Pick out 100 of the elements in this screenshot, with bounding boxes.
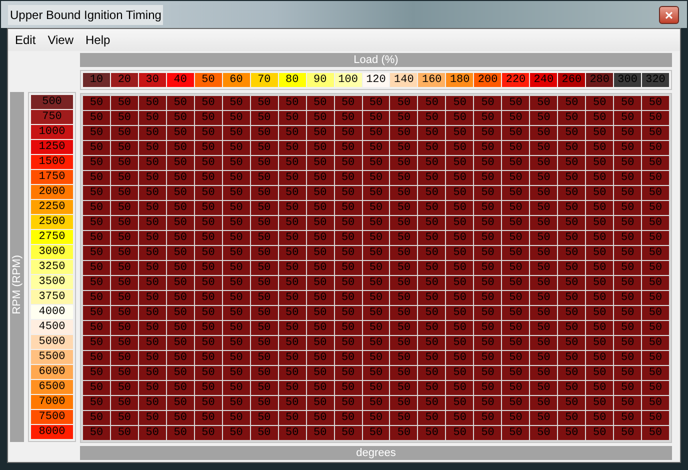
table-cell[interactable]: 50 — [278, 246, 306, 260]
table-cell[interactable]: 50 — [83, 336, 110, 350]
table-cell[interactable]: 50 — [250, 216, 278, 230]
table-cell[interactable]: 50 — [418, 336, 446, 350]
table-cell[interactable]: 50 — [586, 321, 614, 335]
table-cell[interactable]: 50 — [642, 306, 669, 320]
table-cell[interactable]: 50 — [83, 381, 110, 395]
table-cell[interactable]: 50 — [502, 141, 530, 155]
table-cell[interactable]: 50 — [110, 111, 138, 125]
table-cell[interactable]: 50 — [194, 411, 222, 425]
table-cell[interactable]: 50 — [194, 321, 222, 335]
table-cell[interactable]: 50 — [642, 276, 669, 290]
table-cell[interactable]: 50 — [334, 381, 362, 395]
table-cell[interactable]: 50 — [642, 216, 669, 230]
table-cell[interactable]: 50 — [278, 96, 306, 110]
table-cell[interactable]: 50 — [642, 156, 669, 170]
table-cell[interactable]: 50 — [110, 381, 138, 395]
table-cell[interactable]: 50 — [110, 306, 138, 320]
table-cell[interactable]: 50 — [446, 111, 474, 125]
table-cell[interactable]: 50 — [83, 96, 110, 110]
table-cell[interactable]: 50 — [446, 261, 474, 275]
table-cell[interactable]: 50 — [390, 306, 418, 320]
table-cell[interactable]: 50 — [306, 186, 334, 200]
table-cell[interactable]: 50 — [166, 216, 194, 230]
table-cell[interactable]: 50 — [586, 411, 614, 425]
table-cell[interactable]: 50 — [586, 96, 614, 110]
table-cell[interactable]: 50 — [390, 396, 418, 410]
table-cell[interactable]: 50 — [138, 186, 166, 200]
table-cell[interactable]: 50 — [278, 276, 306, 290]
table-cell[interactable]: 50 — [558, 291, 586, 305]
table-cell[interactable]: 50 — [362, 306, 390, 320]
table-cell[interactable]: 50 — [474, 126, 502, 140]
table-cell[interactable]: 50 — [614, 276, 642, 290]
table-cell[interactable]: 50 — [110, 336, 138, 350]
table-cell[interactable]: 50 — [474, 411, 502, 425]
table-cell[interactable]: 50 — [250, 381, 278, 395]
table-cell[interactable]: 50 — [250, 411, 278, 425]
table-cell[interactable]: 50 — [334, 276, 362, 290]
table-cell[interactable]: 50 — [83, 366, 110, 380]
table-cell[interactable]: 50 — [362, 426, 390, 440]
table-cell[interactable]: 50 — [586, 186, 614, 200]
table-cell[interactable]: 50 — [614, 291, 642, 305]
table-cell[interactable]: 50 — [446, 306, 474, 320]
table-cell[interactable]: 50 — [83, 231, 110, 245]
table-cell[interactable]: 50 — [110, 201, 138, 215]
table-cell[interactable]: 50 — [83, 426, 110, 440]
table-cell[interactable]: 50 — [446, 366, 474, 380]
table-cell[interactable]: 50 — [250, 426, 278, 440]
table-cell[interactable]: 50 — [586, 111, 614, 125]
table-cell[interactable]: 50 — [278, 171, 306, 185]
table-cell[interactable]: 50 — [446, 216, 474, 230]
table-cell[interactable]: 50 — [642, 261, 669, 275]
table-cell[interactable]: 50 — [110, 186, 138, 200]
table-cell[interactable]: 50 — [530, 186, 558, 200]
table-cell[interactable]: 50 — [474, 141, 502, 155]
table-cell[interactable]: 50 — [446, 381, 474, 395]
table-cell[interactable]: 50 — [306, 291, 334, 305]
table-cell[interactable]: 50 — [586, 306, 614, 320]
table-cell[interactable]: 50 — [614, 426, 642, 440]
table-cell[interactable]: 50 — [502, 411, 530, 425]
table-cell[interactable]: 50 — [222, 126, 250, 140]
table-cell[interactable]: 50 — [194, 231, 222, 245]
table-cell[interactable]: 50 — [446, 411, 474, 425]
table-cell[interactable]: 50 — [278, 396, 306, 410]
table-cell[interactable]: 50 — [642, 411, 669, 425]
table-cell[interactable]: 50 — [306, 246, 334, 260]
table-cell[interactable]: 50 — [194, 381, 222, 395]
table-cell[interactable]: 50 — [362, 246, 390, 260]
table-cell[interactable]: 50 — [334, 171, 362, 185]
table-cell[interactable]: 50 — [558, 156, 586, 170]
table-cell[interactable]: 50 — [614, 261, 642, 275]
table-cell[interactable]: 50 — [278, 291, 306, 305]
table-cell[interactable]: 50 — [306, 366, 334, 380]
table-cell[interactable]: 50 — [83, 186, 110, 200]
table-cell[interactable]: 50 — [306, 336, 334, 350]
table-cell[interactable]: 50 — [642, 171, 669, 185]
table-cell[interactable]: 50 — [194, 201, 222, 215]
table-cell[interactable]: 50 — [502, 96, 530, 110]
table-cell[interactable]: 50 — [306, 351, 334, 365]
table-cell[interactable]: 50 — [418, 156, 446, 170]
table-cell[interactable]: 50 — [362, 261, 390, 275]
table-cell[interactable]: 50 — [530, 156, 558, 170]
table-cell[interactable]: 50 — [586, 231, 614, 245]
table-cell[interactable]: 50 — [166, 171, 194, 185]
table-cell[interactable]: 50 — [194, 186, 222, 200]
table-cell[interactable]: 50 — [418, 126, 446, 140]
table-cell[interactable]: 50 — [334, 156, 362, 170]
table-cell[interactable]: 50 — [446, 231, 474, 245]
table-cell[interactable]: 50 — [446, 126, 474, 140]
table-cell[interactable]: 50 — [642, 351, 669, 365]
table-cell[interactable]: 50 — [110, 426, 138, 440]
table-cell[interactable]: 50 — [614, 171, 642, 185]
table-cell[interactable]: 50 — [446, 171, 474, 185]
table-cell[interactable]: 50 — [250, 171, 278, 185]
table-cell[interactable]: 50 — [250, 261, 278, 275]
table-cell[interactable]: 50 — [83, 291, 110, 305]
table-cell[interactable]: 50 — [138, 201, 166, 215]
table-cell[interactable]: 50 — [138, 216, 166, 230]
table-cell[interactable]: 50 — [166, 231, 194, 245]
table-cell[interactable]: 50 — [642, 366, 669, 380]
